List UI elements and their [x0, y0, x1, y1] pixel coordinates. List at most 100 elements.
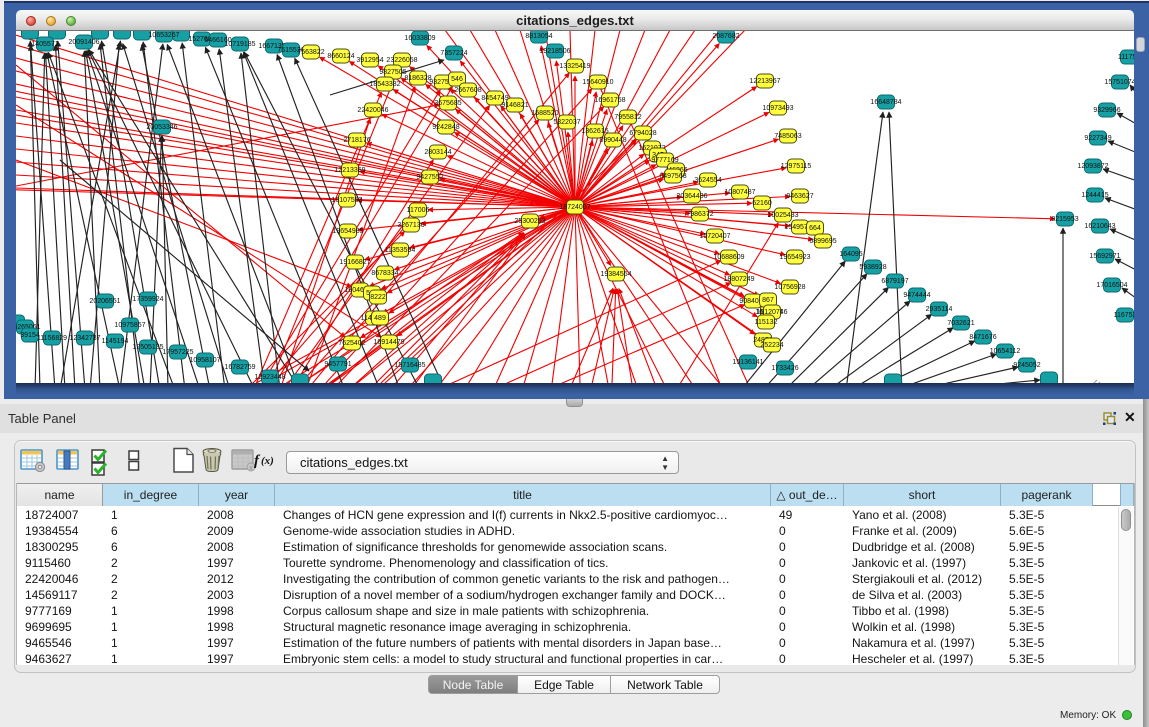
svg-text:16648784: 16648784 — [870, 99, 901, 106]
svg-text:115132: 115132 — [755, 319, 778, 326]
svg-text:12505135: 12505135 — [132, 344, 163, 351]
svg-text:19654985: 19654985 — [332, 228, 363, 235]
svg-text:8813054: 8813054 — [525, 33, 552, 40]
svg-text:10807487: 10807487 — [724, 189, 755, 196]
svg-text:6497568: 6497568 — [659, 173, 686, 180]
svg-text:5322037: 5322037 — [553, 119, 580, 126]
svg-text:3624554: 3624554 — [694, 177, 721, 184]
svg-text:9427552: 9427552 — [416, 174, 443, 181]
svg-text:7485063: 7485063 — [774, 133, 801, 140]
svg-text:11156829: 11156829 — [37, 335, 67, 342]
svg-text:62160: 62160 — [752, 200, 772, 207]
svg-text:12342737: 12342737 — [69, 335, 100, 342]
svg-text:117006: 117006 — [407, 207, 430, 214]
svg-text:16914479: 16914479 — [373, 339, 404, 346]
svg-text:19218506: 19218506 — [539, 48, 570, 55]
svg-text:252234: 252234 — [760, 342, 783, 349]
svg-text:6879197: 6879197 — [881, 278, 908, 285]
svg-text:15716485: 15716485 — [394, 362, 425, 369]
svg-text:7625402: 7625402 — [338, 340, 365, 347]
svg-text:15136141: 15136141 — [732, 359, 763, 366]
svg-text:8990448: 8990448 — [599, 137, 626, 144]
svg-text:1588520: 1588520 — [531, 110, 558, 117]
svg-text:8222: 8222 — [370, 294, 386, 301]
svg-text:19166827: 19166827 — [339, 259, 370, 266]
svg-text:16033809: 16033809 — [404, 35, 435, 42]
svg-text:10756928: 10756928 — [774, 284, 805, 291]
svg-text:9457791: 9457791 — [324, 361, 351, 368]
svg-text:489: 489 — [374, 315, 386, 322]
svg-text:9245052: 9245052 — [1013, 362, 1040, 369]
svg-text:9146821: 9146821 — [501, 102, 528, 109]
svg-text:6794028: 6794028 — [629, 130, 656, 137]
svg-text:16107553: 16107553 — [331, 197, 362, 204]
svg-text:664: 664 — [809, 225, 821, 232]
svg-text:7955812: 7955812 — [614, 114, 641, 121]
svg-text:2667608: 2667608 — [454, 87, 481, 94]
svg-text:7032621: 7032621 — [947, 320, 974, 327]
svg-text:12923448: 12923448 — [254, 374, 285, 381]
svg-text:9474444: 9474444 — [903, 292, 930, 299]
svg-text:15720407: 15720407 — [699, 233, 730, 240]
svg-text:20206551: 20206551 — [89, 298, 120, 305]
svg-text:16961758: 16961758 — [594, 97, 625, 104]
svg-text:19654923: 19654923 — [779, 254, 810, 261]
svg-text:5938928: 5938928 — [859, 264, 886, 271]
svg-text:546: 546 — [451, 76, 463, 83]
svg-text:10973493: 10973493 — [762, 105, 793, 112]
svg-text:1405571: 1405571 — [31, 41, 58, 48]
svg-text:12093872: 12093872 — [1077, 163, 1108, 170]
svg-text:8215953: 8215953 — [1051, 216, 1078, 223]
svg-text:1733426: 1733426 — [771, 365, 798, 372]
svg-text:7986372: 7986372 — [686, 211, 713, 218]
svg-text:25300293: 25300293 — [514, 218, 545, 225]
svg-text:3912954: 3912954 — [356, 57, 383, 64]
svg-text:20091406: 20091406 — [68, 39, 99, 46]
svg-text:23226058: 23226058 — [386, 57, 417, 64]
svg-text:18807249: 18807249 — [723, 276, 754, 283]
svg-text:10025433: 10025433 — [767, 212, 798, 219]
svg-text:12213967: 12213967 — [749, 78, 780, 85]
svg-text:10688609: 10688609 — [713, 254, 744, 261]
svg-text:10975857: 10975857 — [114, 322, 145, 329]
svg-text:3267130: 3267130 — [397, 222, 424, 229]
svg-text:8678334: 8678334 — [371, 270, 398, 277]
svg-text:2718176: 2718176 — [343, 137, 370, 144]
svg-text:18724007: 18724007 — [559, 204, 590, 211]
svg-text:10653267: 10653267 — [148, 32, 179, 39]
svg-text:17359924: 17359924 — [132, 296, 163, 303]
svg-text:12975115: 12975115 — [781, 163, 812, 170]
svg-text:867: 867 — [762, 297, 774, 304]
svg-text:f: f — [254, 453, 261, 469]
svg-text:9242848: 9242848 — [432, 124, 459, 131]
svg-text:9329966: 9329966 — [1093, 107, 1120, 114]
svg-text:8186328: 8186328 — [404, 75, 431, 82]
svg-text:2935114: 2935114 — [926, 306, 953, 313]
svg-text:12213369: 12213369 — [334, 167, 365, 174]
svg-text:1145194: 1145194 — [102, 338, 129, 345]
svg-text:15640910: 15640910 — [582, 79, 613, 86]
svg-text:22420046: 22420046 — [357, 107, 388, 114]
svg-text:16210643: 16210643 — [1084, 223, 1115, 230]
svg-text:10958107: 10958107 — [189, 357, 220, 364]
svg-text:9463627: 9463627 — [786, 193, 813, 200]
svg-text:8471676: 8471676 — [969, 334, 996, 341]
svg-text:16782759: 16782759 — [224, 364, 255, 371]
svg-text:17957225: 17957225 — [162, 349, 193, 356]
svg-text:x: x — [249, 465, 253, 472]
svg-text:2803144: 2803144 — [424, 149, 451, 156]
svg-text:11353594: 11353594 — [385, 247, 416, 254]
svg-text:2087682: 2087682 — [712, 33, 739, 40]
svg-text:9827505: 9827505 — [379, 69, 406, 76]
svg-text:20364436: 20364436 — [676, 193, 707, 200]
svg-text:13325419: 13325419 — [559, 63, 590, 70]
svg-text:10654112: 10654112 — [990, 348, 1021, 355]
svg-text:15692971: 15692971 — [1089, 253, 1120, 260]
svg-text:6899695: 6899695 — [809, 238, 836, 245]
svg-text:8660124: 8660124 — [327, 53, 354, 60]
svg-text:3675685: 3675685 — [434, 100, 461, 107]
svg-text:10719185: 10719185 — [224, 41, 255, 48]
svg-text:19384554: 19384554 — [600, 271, 631, 278]
svg-text:1362615: 1362615 — [581, 128, 608, 135]
svg-text:7357224: 7357224 — [440, 50, 467, 57]
